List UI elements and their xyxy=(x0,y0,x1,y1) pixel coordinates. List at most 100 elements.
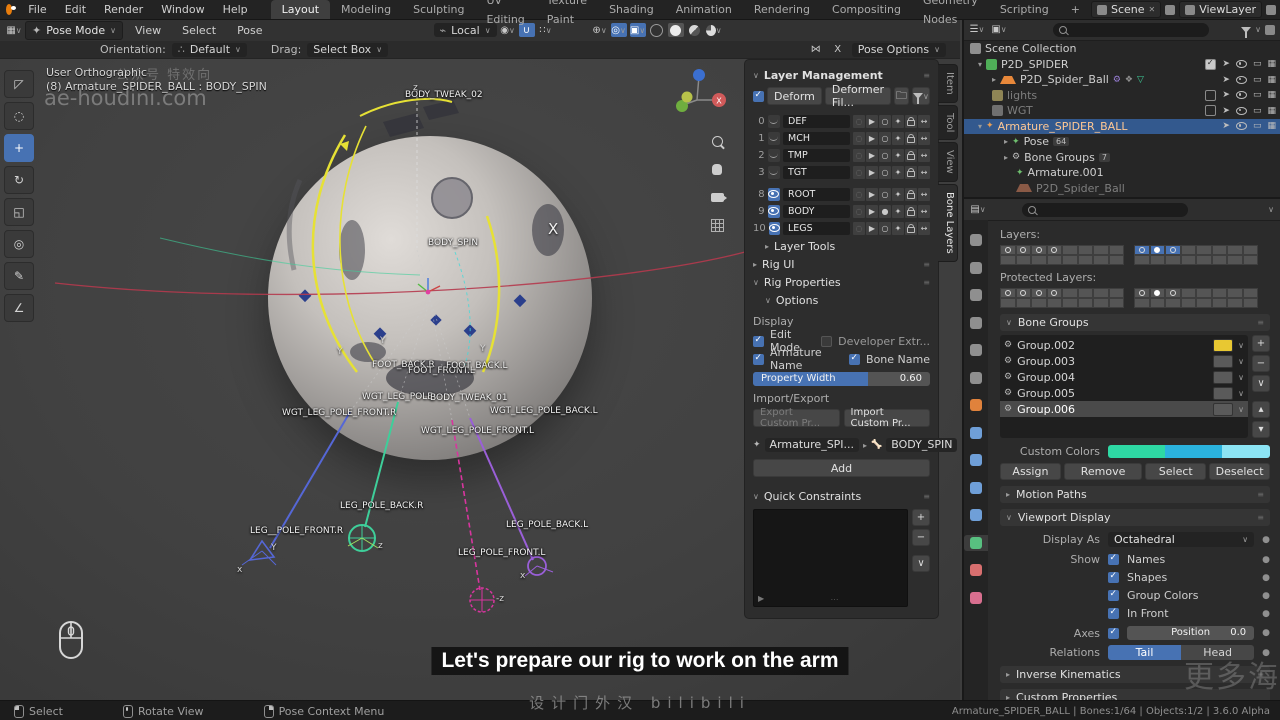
bone-layer-cell[interactable] xyxy=(1134,245,1150,255)
export-custom-button[interactable]: Export Custom Pr... xyxy=(753,407,840,429)
lock-icon[interactable] xyxy=(905,148,917,162)
bone-layer-cell[interactable] xyxy=(1031,288,1047,298)
selectable-icon[interactable]: ▶ xyxy=(866,221,878,235)
bone-layer-cell[interactable] xyxy=(1031,245,1047,255)
visibility-eye-icon[interactable] xyxy=(767,204,780,218)
bone-layer-cell[interactable] xyxy=(1046,255,1062,265)
render-disable-icon[interactable]: ▦ xyxy=(1267,59,1276,69)
collection-checkbox[interactable] xyxy=(1205,58,1217,70)
bone-layer-cell[interactable] xyxy=(1211,288,1227,298)
add-workspace-button[interactable]: + xyxy=(1060,0,1091,19)
bone-layer-cell[interactable] xyxy=(1015,245,1031,255)
outliner-search-input[interactable] xyxy=(1053,22,1209,37)
custom-shape-icon[interactable]: ◌ xyxy=(853,148,865,162)
render-disable-icon[interactable]: ▦ xyxy=(1267,121,1276,131)
bone-layer-cell[interactable] xyxy=(1000,255,1016,265)
bone-layer-cell[interactable] xyxy=(1211,255,1227,265)
filter-icon[interactable]: ∨ xyxy=(911,87,930,105)
bone-layer-cell[interactable] xyxy=(1093,255,1109,265)
property-width-slider[interactable]: Property Width 0.60 xyxy=(753,372,930,386)
bone-layer-cell[interactable] xyxy=(1077,298,1093,308)
bone-layer-cell[interactable] xyxy=(1077,288,1093,298)
selectable-cursor-icon[interactable]: ➤ xyxy=(1222,59,1230,69)
bone-layer-cell[interactable] xyxy=(1015,298,1031,308)
bone-layer-cell[interactable] xyxy=(1108,245,1124,255)
add-button[interactable]: Add xyxy=(753,459,930,477)
rig-properties-header[interactable]: ∨ Rig Properties ≡ xyxy=(753,273,930,291)
bone-layer-cell[interactable] xyxy=(1180,298,1196,308)
ortho-grid-icon[interactable] xyxy=(708,216,726,234)
deform-checkbox[interactable] xyxy=(753,90,764,102)
render-tab[interactable] xyxy=(970,261,982,274)
tab-view[interactable]: View xyxy=(938,142,958,182)
workspace-tab-rendering[interactable]: Rendering xyxy=(743,0,821,19)
bone-layer-cell[interactable] xyxy=(1134,288,1150,298)
bone-layer-cell[interactable] xyxy=(1211,245,1227,255)
animate-dot[interactable]: ● xyxy=(1262,555,1270,565)
menu-view[interactable]: View xyxy=(126,21,170,40)
outliner-filter-icon[interactable] xyxy=(1241,26,1252,38)
bone-group-row[interactable]: ⚙ Group.005 ∨ xyxy=(1000,385,1248,401)
scene-tab[interactable] xyxy=(970,344,982,356)
physics-tab[interactable] xyxy=(970,481,982,494)
bone-layer-cell[interactable] xyxy=(1093,245,1109,255)
developer-extras-checkbox[interactable] xyxy=(821,335,833,347)
selectable-icon[interactable]: ▶ xyxy=(866,187,878,201)
visibility-eye-icon[interactable] xyxy=(768,221,780,235)
xray-toggle-icon[interactable]: ▣ ∨ xyxy=(629,23,646,37)
pan-hand-icon[interactable] xyxy=(708,160,726,178)
animate-dot[interactable]: ● xyxy=(1262,591,1270,601)
bone-layer-cell[interactable] xyxy=(1149,298,1165,308)
group-colors-checkbox[interactable] xyxy=(1108,589,1119,601)
new-scene-icon[interactable] xyxy=(1165,4,1176,15)
camera-view-icon[interactable] xyxy=(708,188,727,206)
edit-mode-checkbox[interactable] xyxy=(753,335,764,347)
deform-bone-icon[interactable]: ✦ xyxy=(892,114,904,128)
lock-icon[interactable] xyxy=(905,131,917,145)
hide-eye-icon[interactable] xyxy=(1235,91,1247,100)
selectable-icon[interactable]: ▶ xyxy=(866,131,878,145)
pose-options-dropdown[interactable]: Pose Options ∨ xyxy=(851,42,946,57)
bone-layer-cell[interactable] xyxy=(1000,288,1016,298)
editor-type-icon[interactable]: ▦ ∨ xyxy=(6,23,22,37)
rig-ui-header[interactable]: ▸ Rig UI ≡ xyxy=(753,255,930,273)
outliner-filter-mode-icon[interactable]: ▣ ∨ xyxy=(991,23,1007,37)
outliner-row-armature-data[interactable]: ✦ Armature.001 xyxy=(964,165,1280,181)
motion-paths-header[interactable]: ▸ Motion Paths ≡ xyxy=(1000,486,1270,503)
viewport-disable-icon[interactable]: ▭ xyxy=(1253,90,1262,100)
bone-layer-cell[interactable] xyxy=(1242,298,1258,308)
custom-shape-icon[interactable]: ◌ xyxy=(853,114,865,128)
bone-layer-cell[interactable] xyxy=(1046,245,1062,255)
outliner-row-pose[interactable]: ▸ ✦ Pose 64 xyxy=(964,134,1280,150)
object-tab[interactable] xyxy=(970,399,982,411)
options-header[interactable]: ∨ Options xyxy=(753,291,930,309)
in-front-checkbox[interactable] xyxy=(1108,607,1119,619)
bone-layer-cell[interactable] xyxy=(1227,298,1243,308)
group-color-swatch[interactable] xyxy=(1213,386,1234,400)
group-color-swatch[interactable] xyxy=(1213,370,1234,384)
viewport-disable-icon[interactable]: ▭ xyxy=(1253,75,1262,85)
group-color-swatch[interactable] xyxy=(1213,354,1234,368)
selectable-icon[interactable]: ▶ xyxy=(866,148,878,162)
outliner-row-armature[interactable]: ▾ ✦ Armature_SPIDER_BALL ➤ ▭ ▦ xyxy=(964,118,1280,134)
select-box-tool[interactable]: ◸ xyxy=(4,70,34,98)
custom-color-active[interactable] xyxy=(1222,445,1270,458)
bone-layer-cell[interactable] xyxy=(1227,255,1243,265)
bone-layer-cell[interactable] xyxy=(1165,245,1181,255)
bone-layer-cell[interactable] xyxy=(1180,288,1196,298)
outliner-row-p2d-spider[interactable]: ▾ P2D_SPIDER ➤ ▭ ▦ xyxy=(964,57,1280,73)
workspace-tab-compositing[interactable]: Compositing xyxy=(821,0,912,19)
outliner-row-spider-ball-link[interactable]: P2D_Spider_Ball xyxy=(964,181,1280,197)
world-tab[interactable] xyxy=(970,371,982,384)
pin-icon[interactable]: ✕ xyxy=(1149,5,1156,14)
custom-shape-icon[interactable]: ◌ xyxy=(853,131,865,145)
hide-eye-icon[interactable] xyxy=(1235,106,1247,115)
breadcrumb-armature[interactable]: Armature_SPI... xyxy=(764,438,860,452)
layer-tools-header[interactable]: ▸ Layer Tools xyxy=(753,237,930,255)
menu-window[interactable]: Window xyxy=(152,0,213,19)
shading-rendered-icon[interactable]: ∨ xyxy=(705,23,722,37)
bone-layer-cell[interactable] xyxy=(1196,298,1212,308)
workspace-tab-modeling[interactable]: Modeling xyxy=(330,0,402,19)
animate-dot[interactable]: ● xyxy=(1262,573,1270,583)
bone-layer-cell[interactable] xyxy=(1108,298,1124,308)
